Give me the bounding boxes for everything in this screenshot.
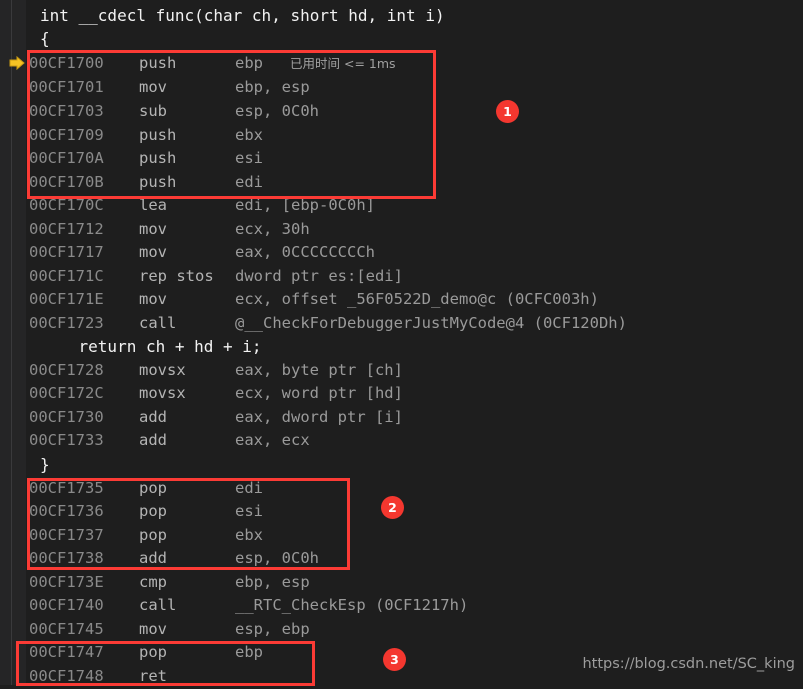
source-code-text: int __cdecl func(char ch, short hd, int … bbox=[40, 6, 445, 25]
instruction-operands: esi bbox=[235, 502, 263, 520]
watermark-text: https://blog.csdn.net/SC_king bbox=[582, 656, 795, 672]
editor-gutter[interactable] bbox=[0, 0, 26, 685]
instruction-mnemonic: pop bbox=[139, 526, 167, 544]
instruction-address: 00CF1703 bbox=[29, 102, 104, 120]
instruction-address: 00CF1709 bbox=[29, 126, 104, 144]
instruction-mnemonic: add bbox=[139, 408, 167, 426]
source-code-text: return ch + hd + i; bbox=[40, 337, 262, 356]
instruction-operands: esp, 0C0h bbox=[235, 549, 319, 567]
instruction-mnemonic: mov bbox=[139, 78, 167, 96]
source-code-text: { bbox=[40, 29, 50, 48]
instruction-operands: eax, 0CCCCCCCCh bbox=[235, 243, 375, 261]
instruction-pointer-arrow bbox=[9, 55, 25, 71]
annotation-badge: 3 bbox=[383, 648, 406, 671]
instruction-mnemonic: rep stos bbox=[139, 267, 214, 285]
instruction-mnemonic: mov bbox=[139, 290, 167, 308]
instruction-mnemonic: ret bbox=[139, 667, 167, 685]
instruction-operands: ebp, esp bbox=[235, 78, 310, 96]
instruction-mnemonic: call bbox=[139, 314, 177, 332]
elapsed-time-annotation: 已用时间 <= 1ms bbox=[290, 56, 396, 71]
instruction-address: 00CF170B bbox=[29, 173, 104, 191]
disassembly-pane[interactable]: int __cdecl func(char ch, short hd, int … bbox=[26, 0, 803, 685]
instruction-address: 00CF173E bbox=[29, 573, 104, 591]
instruction-operands: esp, 0C0h bbox=[235, 102, 319, 120]
instruction-address: 00CF170C bbox=[29, 196, 104, 214]
instruction-operands: esi bbox=[235, 149, 263, 167]
annotation-badge: 2 bbox=[381, 496, 404, 519]
instruction-mnemonic: movsx bbox=[139, 361, 186, 379]
instruction-address: 00CF1730 bbox=[29, 408, 104, 426]
instruction-address: 00CF1735 bbox=[29, 479, 104, 497]
instruction-operands: eax, dword ptr [i] bbox=[235, 408, 403, 426]
instruction-mnemonic: movsx bbox=[139, 384, 186, 402]
instruction-operands: ebp bbox=[235, 54, 263, 72]
instruction-address: 00CF1712 bbox=[29, 220, 104, 238]
instruction-mnemonic: push bbox=[139, 149, 177, 167]
instruction-mnemonic: add bbox=[139, 431, 167, 449]
instruction-mnemonic: call bbox=[139, 596, 177, 614]
instruction-mnemonic: pop bbox=[139, 479, 167, 497]
instruction-address: 00CF1736 bbox=[29, 502, 104, 520]
instruction-address: 00CF172C bbox=[29, 384, 104, 402]
instruction-address: 00CF1723 bbox=[29, 314, 104, 332]
instruction-address: 00CF1728 bbox=[29, 361, 104, 379]
annotation-badge: 1 bbox=[496, 100, 519, 123]
instruction-mnemonic: mov bbox=[139, 620, 167, 638]
instruction-address: 00CF171E bbox=[29, 290, 104, 308]
gutter-divider bbox=[11, 0, 12, 685]
instruction-mnemonic: push bbox=[139, 173, 177, 191]
instruction-address: 00CF171C bbox=[29, 267, 104, 285]
instruction-operands: ebp bbox=[235, 643, 263, 661]
source-code-text: } bbox=[40, 455, 50, 474]
instruction-mnemonic: lea bbox=[139, 196, 167, 214]
instruction-address: 00CF1747 bbox=[29, 643, 104, 661]
instruction-operands: eax, byte ptr [ch] bbox=[235, 361, 403, 379]
instruction-operands: __RTC_CheckEsp (0CF1217h) bbox=[235, 596, 469, 614]
instruction-mnemonic: mov bbox=[139, 220, 167, 238]
instruction-operands: ecx, offset _56F0522D_demo@c (0CFC003h) bbox=[235, 290, 599, 308]
instruction-operands: edi, [ebp-0C0h] bbox=[235, 196, 375, 214]
instruction-mnemonic: pop bbox=[139, 643, 167, 661]
instruction-mnemonic: cmp bbox=[139, 573, 167, 591]
instruction-operands: ebx bbox=[235, 126, 263, 144]
instruction-address: 00CF1733 bbox=[29, 431, 104, 449]
instruction-operands: dword ptr es:[edi] bbox=[235, 267, 403, 285]
instruction-mnemonic: add bbox=[139, 549, 167, 567]
instruction-operands: esp, ebp bbox=[235, 620, 310, 638]
instruction-address: 00CF1740 bbox=[29, 596, 104, 614]
instruction-operands: ebx bbox=[235, 526, 263, 544]
instruction-address: 00CF170A bbox=[29, 149, 104, 167]
instruction-operands: edi bbox=[235, 479, 263, 497]
instruction-address: 00CF1717 bbox=[29, 243, 104, 261]
instruction-operands: ecx, 30h bbox=[235, 220, 310, 238]
instruction-mnemonic: pop bbox=[139, 502, 167, 520]
instruction-mnemonic: sub bbox=[139, 102, 167, 120]
instruction-address: 00CF1737 bbox=[29, 526, 104, 544]
instruction-operands: ecx, word ptr [hd] bbox=[235, 384, 403, 402]
instruction-address: 00CF1748 bbox=[29, 667, 104, 685]
instruction-address: 00CF1745 bbox=[29, 620, 104, 638]
instruction-operands: eax, ecx bbox=[235, 431, 310, 449]
instruction-mnemonic: push bbox=[139, 126, 177, 144]
instruction-operands: @__CheckForDebuggerJustMyCode@4 (0CF120D… bbox=[235, 314, 627, 332]
instruction-address: 00CF1701 bbox=[29, 78, 104, 96]
instruction-operands: ebp, esp bbox=[235, 573, 310, 591]
instruction-address: 00CF1738 bbox=[29, 549, 104, 567]
instruction-mnemonic: push bbox=[139, 54, 177, 72]
instruction-address: 00CF1700 bbox=[29, 54, 104, 72]
instruction-operands: edi bbox=[235, 173, 263, 191]
instruction-mnemonic: mov bbox=[139, 243, 167, 261]
